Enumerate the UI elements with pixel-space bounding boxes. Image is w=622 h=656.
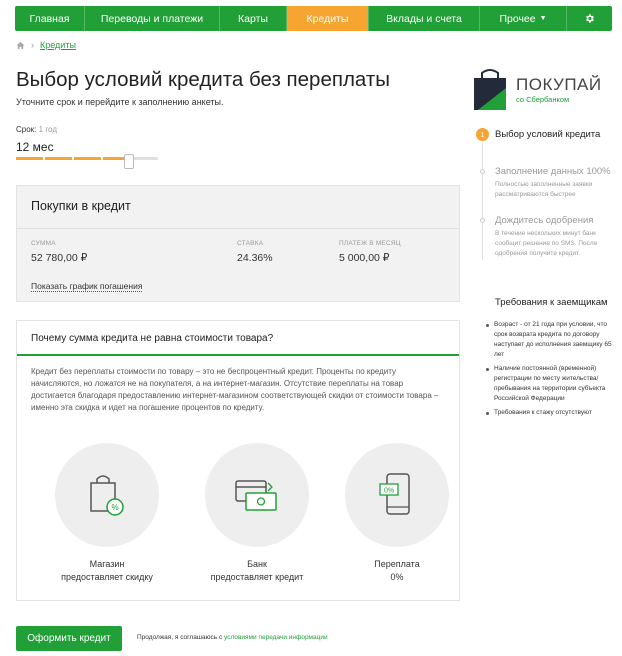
feature-overpay: 0% Переплата 0% (337, 443, 457, 584)
step-description: Полностью заполненные заявки рассматрива… (495, 181, 593, 198)
step-dot (480, 169, 485, 174)
page-subtitle: Уточните срок и перейдите к заполнению а… (16, 97, 224, 107)
nav-label: Переводы и платежи (100, 12, 204, 25)
feature-line2: 0% (390, 572, 404, 582)
submit-credit-button[interactable]: Оформить кредит (16, 626, 122, 651)
agreement-text: Продолжая, я соглашаюсь с условиями пере… (137, 634, 328, 641)
term-hint: 1 год (38, 125, 57, 134)
list-item: Возраст - от 21 года при условии, что ср… (485, 320, 620, 360)
settings-button[interactable] (567, 6, 612, 31)
phone-percent-icon: 0% (379, 473, 410, 515)
step-title: Заполнение данных 100% (495, 166, 611, 177)
nav-item-home[interactable]: Главная (15, 6, 85, 31)
step-description: В течение нескольких минут банк сообщит … (495, 230, 598, 257)
term-value: 12 мес (16, 140, 54, 154)
requirements-list: Возраст - от 21 года при условии, что ср… (485, 320, 620, 422)
logo-title: ПОКУПАЙ (516, 75, 602, 94)
rate-value: 24.36% (237, 252, 273, 264)
divider (17, 354, 459, 356)
info-question: Почему сумма кредита не равна стоимости … (31, 333, 274, 344)
breadcrumb-link-credits[interactable]: Кредиты (40, 40, 76, 50)
gear-icon (586, 14, 594, 23)
feature-line1: Магазин (89, 559, 125, 569)
feature-bank: Банк предоставляет кредит (197, 443, 317, 584)
page-title: Выбор условий кредита без переплаты (16, 68, 390, 91)
svg-text:%: % (111, 503, 118, 512)
terms-link[interactable]: условиями передачи информации (224, 634, 328, 641)
feature-line1: Банк (247, 559, 267, 569)
step-title: Выбор условий кредита (495, 129, 601, 140)
term-label: Срок: 1 год (16, 125, 57, 134)
list-item: Требования к стажу отсутствуют (485, 408, 620, 418)
top-nav: Главная Переводы и платежи Карты Кредиты… (15, 6, 612, 31)
card-title: Покупки в кредит (31, 199, 131, 213)
nav-label: Вклады и счета (386, 12, 462, 25)
show-schedule-link[interactable]: Показать график погашения (31, 281, 143, 292)
step-number: 1 (476, 128, 489, 141)
chevron-right-icon: › (31, 40, 34, 50)
payment-value: 5 000,00 ₽ (339, 252, 390, 264)
feature-circle: 0% (345, 443, 449, 547)
feature-shop: % Магазин предоставляет скидку (47, 443, 167, 584)
term-label-text: Срок: (16, 125, 37, 134)
divider (17, 228, 459, 229)
sum-label: Сумма (31, 240, 56, 247)
credit-summary-card: Покупки в кредит Сумма 52 780,00 ₽ Ставк… (16, 185, 460, 302)
logo-subtitle: со Сбербанком (516, 95, 570, 104)
nav-item-credits[interactable]: Кредиты (287, 6, 369, 31)
term-slider-fill (16, 157, 129, 160)
step-title: Дождитесь одобрения (495, 215, 594, 226)
rate-label: Ставка (237, 240, 264, 247)
feature-line2: предоставляет кредит (210, 572, 304, 582)
nav-item-transfers[interactable]: Переводы и платежи (85, 6, 220, 31)
nav-item-more[interactable]: Прочее ▼ (480, 6, 567, 31)
requirements-title: Требования к заемщикам (495, 297, 608, 308)
sum-value: 52 780,00 ₽ (31, 252, 88, 264)
nav-label: Карты (238, 12, 268, 25)
feature-circle (205, 443, 309, 547)
nav-label: Главная (29, 12, 70, 25)
steps-line (482, 142, 483, 260)
list-item: Наличие постоянной (временной) регистрац… (485, 364, 620, 404)
agreement-label: Продолжая, я соглашаюсь с (137, 634, 223, 641)
chevron-down-icon: ▼ (539, 15, 547, 22)
nav-label: Прочее (499, 12, 536, 25)
home-icon[interactable] (16, 41, 25, 50)
step-dot (480, 218, 485, 223)
shopping-bag-percent-icon: % (90, 475, 124, 516)
cards-cash-icon (235, 480, 277, 511)
svg-text:0%: 0% (384, 488, 394, 495)
info-text: Кредит без переплаты стоимости по товару… (31, 367, 439, 412)
info-panel: Почему сумма кредита не равна стоимости … (16, 320, 460, 601)
nav-item-cards[interactable]: Карты (220, 6, 287, 31)
payment-label: Платеж в месяц (339, 240, 401, 247)
term-slider-handle[interactable] (124, 154, 134, 169)
feature-circle: % (55, 443, 159, 547)
nav-label: Кредиты (306, 12, 349, 25)
feature-line1: Переплата (374, 559, 420, 569)
feature-line2: предоставляет скидку (61, 572, 153, 582)
breadcrumb: › Кредиты (16, 40, 76, 50)
nav-item-deposits[interactable]: Вклады и счета (369, 6, 480, 31)
